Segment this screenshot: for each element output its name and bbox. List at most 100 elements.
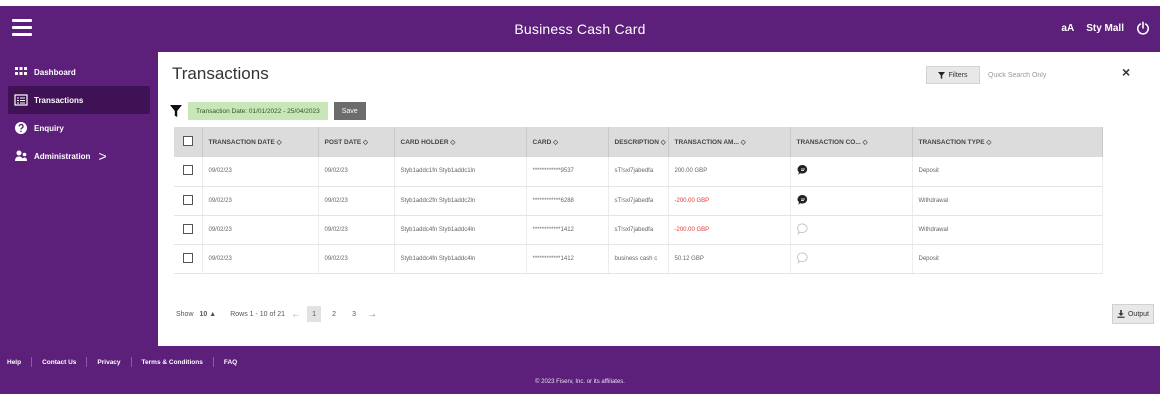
column-header-transaction-type[interactable]: TRANSACTION TYPE ◇ xyxy=(912,127,1103,157)
page-title: Transactions xyxy=(172,64,269,83)
sidebar-item-label: Transactions xyxy=(34,95,84,105)
user-name[interactable]: Sty Mall xyxy=(1086,23,1124,34)
quick-search-input[interactable] xyxy=(988,66,1108,84)
table-row[interactable]: 09/02/23 09/02/23 Styb1addc2fn Styb1addc… xyxy=(174,186,1103,216)
cell-transaction-date: 09/02/23 xyxy=(202,244,319,274)
row-checkbox[interactable] xyxy=(182,165,193,176)
cell-type: Deposit xyxy=(912,157,1103,187)
cell-description: business cash c xyxy=(608,244,669,274)
column-header-transaction-comment[interactable]: TRANSACTION CO... ◇ xyxy=(790,127,913,157)
list-icon xyxy=(14,94,28,106)
comment-icon[interactable] xyxy=(797,194,809,206)
column-header-description[interactable]: DESCRIPTION ◇ xyxy=(608,127,669,157)
grid-icon xyxy=(15,67,27,75)
page-size-select[interactable]: 10 ▲ xyxy=(200,311,217,318)
row-checkbox[interactable] xyxy=(182,252,193,263)
column-header-card-holder[interactable]: CARD HOLDER ◇ xyxy=(394,127,527,157)
footer-link-terms[interactable]: Terms & Conditions xyxy=(142,359,203,366)
app-window: Business Cash Card aA Sty Mall Dashboard xyxy=(0,0,1160,394)
footer-links: Help Contact Us Privacy Terms & Conditio… xyxy=(7,357,237,367)
save-button[interactable]: Save xyxy=(333,102,366,120)
row-checkbox[interactable] xyxy=(182,194,193,205)
cell-post-date: 09/02/23 xyxy=(318,157,395,187)
cell-description: sT!sxl7jabedfa xyxy=(608,215,669,245)
column-header-post-date[interactable]: POST DATE ◇ xyxy=(318,127,395,157)
cell-card-holder: Styb1addc4fn Styb1addc4ln xyxy=(394,244,527,274)
row-checkbox[interactable] xyxy=(182,223,193,234)
sidebar-item-transactions[interactable]: Transactions xyxy=(8,86,150,114)
cell-card: ************9537 xyxy=(526,157,609,187)
cell-type: Withdrawal xyxy=(912,186,1103,216)
next-page-arrow-icon[interactable]: → xyxy=(367,309,377,320)
sidebar-item-label: Dashboard xyxy=(34,67,76,77)
top-right-controls: aA Sty Mall xyxy=(1061,21,1150,35)
divider xyxy=(86,357,88,367)
cell-amount: -200.00 GBP xyxy=(668,186,791,216)
users-icon xyxy=(15,150,27,161)
divider xyxy=(212,357,214,367)
comment-empty-icon[interactable] xyxy=(796,223,809,235)
copyright: © 2023 Fiserv, Inc. or its affiliates. xyxy=(535,379,625,385)
table-row[interactable]: 09/02/23 09/02/23 Styb1addc1fn Styb1addc… xyxy=(174,157,1103,187)
footer-link-privacy[interactable]: Privacy xyxy=(97,359,120,366)
comment-icon[interactable] xyxy=(797,164,809,176)
cell-amount: -200.00 GBP xyxy=(668,215,791,245)
sidebar-item-administration[interactable]: Administration > xyxy=(8,142,150,170)
download-icon xyxy=(1117,310,1125,318)
pagination: Show 10 ▲ Rows 1 - 10 of 21 ← 1 2 3 → xyxy=(176,305,377,323)
active-filter-bar: Transaction Date: 01/01/2022 - 25/04/202… xyxy=(170,101,366,121)
footer: Help Contact Us Privacy Terms & Conditio… xyxy=(0,346,1160,394)
select-all-checkbox[interactable] xyxy=(182,136,193,146)
page-1-button[interactable]: 1 xyxy=(307,306,322,322)
cell-type: Deposit xyxy=(912,244,1103,274)
cell-description: sT!sxl7jabedfa xyxy=(608,186,669,216)
column-header-transaction-amount[interactable]: TRANSACTION AM... ◇ xyxy=(668,127,791,157)
select-all-cell xyxy=(174,127,203,157)
cell-amount: 200.00 GBP xyxy=(668,157,791,187)
sidebar-item-label: Enquiry xyxy=(34,123,64,133)
cell-card: ************1412 xyxy=(526,215,609,245)
filters-button[interactable]: Filters xyxy=(926,66,980,84)
column-header-card[interactable]: CARD ◇ xyxy=(526,127,609,157)
comment-empty-icon[interactable] xyxy=(796,252,809,264)
footer-link-help[interactable]: Help xyxy=(7,359,21,366)
transactions-table: TRANSACTION DATE ◇ POST DATE ◇ CARD HOLD… xyxy=(174,127,1103,274)
font-size-toggle[interactable]: aA xyxy=(1061,23,1074,34)
page-2-button[interactable]: 2 xyxy=(327,306,341,322)
cell-post-date: 09/02/23 xyxy=(318,244,395,274)
table-row[interactable]: 09/02/23 09/02/23 Styb1addc4fn Styb1addc… xyxy=(174,244,1103,274)
cell-card-holder: Styb1addc1fn Styb1addc1ln xyxy=(394,157,527,187)
cell-description: sT!sxl7jabedfa xyxy=(608,157,669,187)
help-icon xyxy=(15,122,27,134)
power-icon[interactable] xyxy=(1136,21,1150,35)
cell-transaction-date: 09/02/23 xyxy=(202,215,319,245)
cell-card: ************1412 xyxy=(526,244,609,274)
table-header-row: TRANSACTION DATE ◇ POST DATE ◇ CARD HOLD… xyxy=(174,127,1103,157)
cell-post-date: 09/02/23 xyxy=(318,186,395,216)
close-icon[interactable]: × xyxy=(1122,64,1130,80)
sidebar-item-label: Administration xyxy=(34,151,91,161)
funnel-icon[interactable] xyxy=(170,105,182,117)
app-title: Business Cash Card xyxy=(514,21,646,37)
sidebar: Dashboard Transactions Enquiry Administr… xyxy=(0,52,158,346)
sidebar-item-dashboard[interactable]: Dashboard xyxy=(8,58,150,86)
table-row[interactable]: 09/02/23 09/02/23 Styb1addc4fn Styb1addc… xyxy=(174,215,1103,245)
main-content: Transactions Filters × Transaction Date:… xyxy=(158,52,1160,346)
show-label: Show xyxy=(176,310,194,318)
cell-post-date: 09/02/23 xyxy=(318,215,395,245)
cell-transaction-date: 09/02/23 xyxy=(202,186,319,216)
footer-link-contact-us[interactable]: Contact Us xyxy=(42,359,76,366)
cell-amount: 50.12 GBP xyxy=(668,244,791,274)
date-filter-chip[interactable]: Transaction Date: 01/01/2022 - 25/04/202… xyxy=(188,102,328,120)
sidebar-item-enquiry[interactable]: Enquiry xyxy=(8,114,150,142)
page-3-button[interactable]: 3 xyxy=(347,306,361,322)
rows-info: Rows 1 - 10 of 21 xyxy=(230,310,286,318)
funnel-icon xyxy=(938,71,946,79)
cell-transaction-date: 09/02/23 xyxy=(202,157,319,187)
column-header-transaction-date[interactable]: TRANSACTION DATE ◇ xyxy=(202,127,319,157)
footer-link-faq[interactable]: FAQ xyxy=(224,359,237,366)
cell-card-holder: Styb1addc2fn Styb1addc2ln xyxy=(394,186,527,216)
top-bar: Business Cash Card aA Sty Mall xyxy=(0,6,1160,52)
output-button[interactable]: Output xyxy=(1112,304,1154,324)
prev-page-arrow-icon[interactable]: ← xyxy=(291,309,301,320)
